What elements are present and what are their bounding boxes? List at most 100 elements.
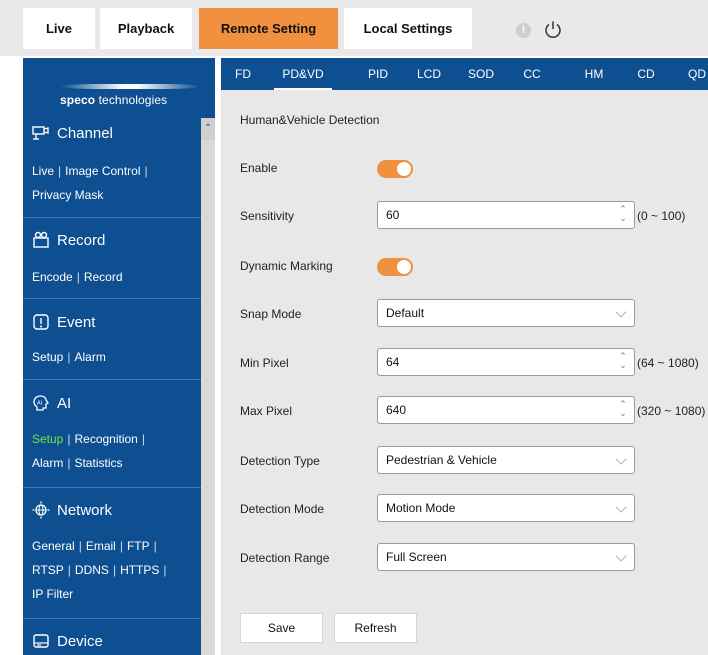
tab-hm[interactable]: HM [574,58,614,90]
detection-range-label: Detection Range [240,551,330,565]
tab-pid[interactable]: PID [356,58,400,90]
record-links: Encode | Record [32,270,123,284]
sensitivity-label: Sensitivity [240,209,295,223]
tab-lcd[interactable]: LCD [407,58,451,90]
tab-live[interactable]: Live [23,8,95,49]
sensitivity-value: 60 [386,208,400,222]
min-pixel-input[interactable]: 64 ⌃ ⌄ [377,348,635,376]
tab-sod[interactable]: SOD [459,58,503,90]
sidebar-section-event[interactable]: Event [32,313,95,331]
sidebar-link-ai-setup[interactable]: Setup [32,432,63,446]
tab-remote-setting[interactable]: Remote Setting [199,8,338,49]
tab-qd[interactable]: QD [676,58,708,90]
sidebar-link-image-control[interactable]: Image Control [65,164,140,178]
sidebar-link-ip-filter[interactable]: IP Filter [32,587,73,601]
sidebar-link-record[interactable]: Record [84,270,123,284]
section-title: Human&Vehicle Detection [240,113,380,127]
max-pixel-input[interactable]: 640 ⌃ ⌄ [377,396,635,424]
svg-text:AI: AI [37,401,43,407]
sidebar-section-title: Network [57,501,113,519]
top-navigation-bar: Live Playback Remote Setting Local Setti… [0,0,708,56]
sidebar-link-live[interactable]: Live [32,164,54,178]
sidebar-divider [23,618,201,619]
sidebar-link-statistics[interactable]: Statistics [74,456,122,470]
dynamic-marking-toggle[interactable] [377,258,413,276]
tab-playback[interactable]: Playback [100,8,192,49]
refresh-button[interactable]: Refresh [334,613,417,643]
sidebar-link-recognition[interactable]: Recognition [74,432,137,446]
sidebar-divider [23,217,201,218]
stepper-icon[interactable]: ⌃ ⌄ [618,400,628,420]
sidebar-section-title: Record [57,231,106,249]
sidebar-link-ai-alarm[interactable]: Alarm [32,456,63,470]
sidebar-section-record[interactable]: Record [32,231,105,249]
sidebar-divider [23,298,201,299]
tab-pd-vd[interactable]: PD&VD [274,58,332,90]
chevron-down-icon [615,550,627,562]
record-icon [33,231,49,248]
detection-subtabs: FD PD&VD PID LCD SOD CC HM CD QD [221,58,708,90]
sidebar-divider [23,487,201,488]
toggle-knob [397,162,411,176]
max-pixel-label: Max Pixel [240,404,293,418]
sensitivity-input[interactable]: 60 ⌃ ⌄ [377,201,635,229]
channel-links: Live | Image Control | Privacy Mask [32,164,148,202]
chevron-down-icon [615,501,627,513]
sidebar-link-rtsp[interactable]: RTSP [32,563,64,577]
scroll-up-icon[interactable]: ⌃ [201,118,215,140]
sidebar-section-channel[interactable]: Channel [32,124,113,142]
min-pixel-value: 64 [386,355,400,369]
detection-type-select[interactable]: Pedestrian & Vehicle [377,446,635,474]
detection-type-label: Detection Type [240,454,320,468]
tab-cc[interactable]: CC [512,58,552,90]
snap-mode-select[interactable]: Default [377,299,635,327]
sidebar-link-general[interactable]: General [32,539,75,553]
sidebar-link-ddns[interactable]: DDNS [75,563,109,577]
sidebar-link-event-alarm[interactable]: Alarm [74,350,105,364]
sidebar-link-encode[interactable]: Encode [32,270,73,284]
sidebar: speco technologies ⌃ Channel Live | Image … [23,58,215,655]
max-pixel-value: 640 [386,403,407,417]
sidebar-section-ai[interactable]: AI AI [32,394,71,412]
sidebar-section-title: Event [57,313,96,331]
sidebar-section-network[interactable]: Network [32,501,112,519]
network-icon [32,501,50,519]
tab-fd[interactable]: FD [221,58,265,90]
logo-text: speco technologies [60,93,168,107]
sidebar-link-event-setup[interactable]: Setup [32,350,63,364]
stepper-icon[interactable]: ⌃ ⌄ [618,205,628,225]
sidebar-divider [23,379,201,380]
snap-mode-label: Snap Mode [240,307,302,321]
warning-icon[interactable]: ! [516,23,531,38]
logo-swoosh [60,84,200,89]
device-icon [33,634,49,648]
channel-icon [32,126,49,140]
toggle-knob [397,260,411,274]
settings-panel: Human&Vehicle Detection Enable Sensitivi… [221,90,708,655]
sidebar-link-email[interactable]: Email [86,539,116,553]
enable-label: Enable [240,161,278,175]
power-icon[interactable] [543,20,563,40]
save-button[interactable]: Save [240,613,323,643]
detection-mode-select[interactable]: Motion Mode [377,494,635,522]
dynamic-marking-label: Dynamic Marking [240,259,333,273]
tab-cd[interactable]: CD [626,58,666,90]
event-links: Setup | Alarm [32,350,106,364]
sidebar-section-title: Channel [57,124,113,142]
detection-range-select[interactable]: Full Screen [377,543,635,571]
detection-mode-value: Motion Mode [386,501,456,515]
detection-mode-label: Detection Mode [240,502,325,516]
sidebar-scrollbar[interactable] [201,118,215,655]
stepper-icon[interactable]: ⌃ ⌄ [618,352,628,372]
sidebar-link-https[interactable]: HTTPS [120,563,159,577]
sidebar-link-ftp[interactable]: FTP [127,539,150,553]
detection-type-value: Pedestrian & Vehicle [386,453,497,467]
min-pixel-range: (64 ~ 1080) [637,356,699,370]
sidebar-section-device[interactable]: Device [32,632,103,650]
network-links: General | Email | FTP | RTSP | DDNS | HTTPS | IP F… [32,539,167,601]
detection-range-value: Full Screen [386,550,447,564]
sidebar-link-privacy-mask[interactable]: Privacy Mask [32,188,103,202]
tab-local-settings[interactable]: Local Settings [344,8,472,49]
sensitivity-range: (0 ~ 100) [637,209,686,223]
enable-toggle[interactable] [377,160,413,178]
